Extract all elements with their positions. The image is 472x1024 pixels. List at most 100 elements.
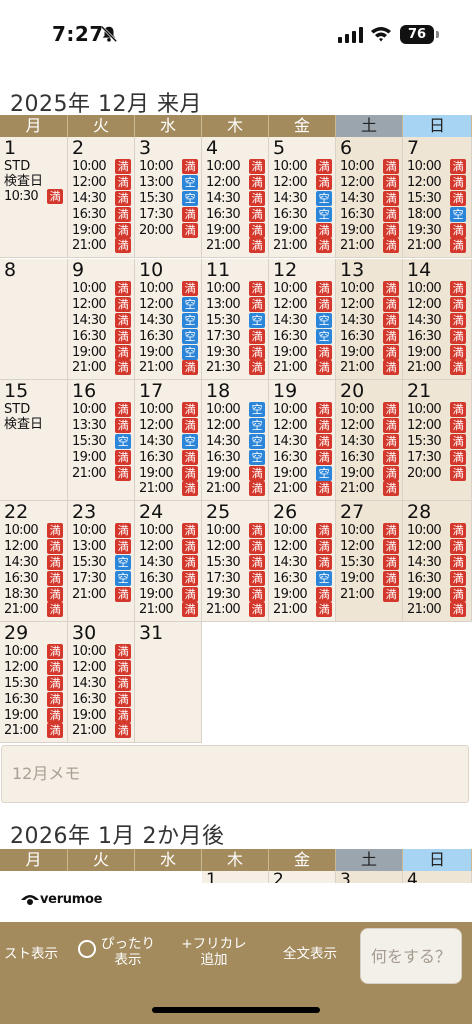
- day-cell[interactable]: 18 10:00 空 12:00 空 14:30 空 16:30 空 19:00 満 21:00 満: [202, 380, 269, 501]
- time-slot[interactable]: 10:00 満: [407, 523, 471, 539]
- time-slot[interactable]: 14:30 満: [340, 190, 402, 207]
- time-slot[interactable]: 10:00 満: [340, 159, 402, 175]
- time-slot[interactable]: 19:00 満: [72, 707, 134, 723]
- time-slot[interactable]: 19:00 満: [407, 344, 471, 360]
- time-slot[interactable]: 10:00 満: [407, 402, 471, 418]
- time-slot[interactable]: 21:00 満: [72, 360, 134, 376]
- time-slot[interactable]: 19:00 満: [72, 344, 134, 360]
- time-slot[interactable]: 14:30 空: [273, 190, 335, 207]
- time-slot[interactable]: 19:00 空: [273, 465, 335, 481]
- time-slot[interactable]: 10:00 満: [273, 281, 335, 297]
- time-slot[interactable]: 19:00 満: [273, 344, 335, 360]
- day-cell[interactable]: 2 10:00 満 12:00 満 14:30 満 16:30 満 19:00 満 21:00 満: [68, 137, 135, 258]
- day-cell[interactable]: 26 10:00 満 12:00 満 14:30 満 16:30 空 19:00 満 21:00 満: [269, 501, 336, 622]
- time-slot[interactable]: 16:30 空: [139, 328, 201, 344]
- time-slot[interactable]: 16:30 満: [72, 691, 134, 707]
- time-slot[interactable]: 10:00 満: [72, 402, 134, 418]
- time-slot[interactable]: 10:00 満: [139, 402, 201, 418]
- time-slot[interactable]: 21:00 満: [340, 481, 402, 497]
- time-slot[interactable]: 12:00 満: [72, 297, 134, 313]
- day-cell[interactable]: 16 10:00 満 13:30 満 15:30 空 19:00 満 21:00 満: [68, 380, 135, 501]
- time-slot[interactable]: 12:00 満: [407, 539, 471, 555]
- time-slot[interactable]: 12:00 満: [72, 175, 134, 191]
- time-slot[interactable]: 16:30 空: [273, 570, 335, 586]
- time-slot[interactable]: 21:00 満: [273, 602, 335, 618]
- time-slot[interactable]: 12:00 満: [273, 418, 335, 434]
- time-slot[interactable]: 14:30 満: [273, 433, 335, 450]
- time-slot[interactable]: 16:30 空: [206, 449, 268, 465]
- day-cell[interactable]: 8: [0, 259, 68, 380]
- day-cell[interactable]: 20 10:00 満 12:00 満 14:30 満 16:30 満 19:00 満 21:00 満: [336, 380, 403, 501]
- time-slot[interactable]: 15:30 満: [206, 554, 268, 571]
- time-slot[interactable]: 16:30 満: [72, 328, 134, 344]
- time-slot[interactable]: 13:00 満: [206, 297, 268, 313]
- time-slot[interactable]: 10:00 満: [273, 402, 335, 418]
- time-slot[interactable]: 10:00 満: [340, 402, 402, 418]
- time-slot[interactable]: 14:30 空: [139, 312, 201, 329]
- time-slot[interactable]: 21:00 満: [4, 602, 67, 618]
- time-slot[interactable]: 15:30 空: [139, 190, 201, 207]
- day-cell[interactable]: 12 10:00 満 12:00 満 14:30 空 16:30 空 19:00 満 21:00 満: [269, 259, 336, 380]
- day-cell[interactable]: 28 10:00 満 12:00 満 14:30 満 16:30 満 19:00 満 21:00 満: [403, 501, 472, 622]
- time-slot[interactable]: 14:30 満: [72, 675, 134, 692]
- list-view-button[interactable]: スト表示: [0, 946, 62, 962]
- time-slot[interactable]: 19:00 満: [340, 570, 402, 586]
- time-slot[interactable]: 21:00 満: [273, 481, 335, 497]
- time-slot[interactable]: 10:00 満: [340, 281, 402, 297]
- day-cell[interactable]: 9 10:00 満 12:00 満 14:30 満 16:30 満 19:00 満 21:00 満: [68, 259, 135, 380]
- time-slot[interactable]: 19:00 満: [206, 222, 268, 238]
- time-slot[interactable]: 15:30 空: [72, 433, 134, 450]
- time-slot[interactable]: 17:30 満: [139, 206, 201, 222]
- time-slot[interactable]: 21:00 満: [340, 238, 402, 254]
- action-prompt-button[interactable]: 何をする？: [360, 928, 462, 984]
- time-slot[interactable]: 16:30 満: [4, 570, 67, 586]
- time-slot[interactable]: 21:00 満: [139, 481, 201, 497]
- time-slot[interactable]: 12:00 満: [139, 418, 201, 434]
- time-slot[interactable]: 12:00 満: [407, 297, 471, 313]
- time-slot[interactable]: 15:30 満: [4, 675, 67, 692]
- time-slot[interactable]: 16:30 空: [273, 206, 335, 222]
- day-cell[interactable]: 29 10:00 満 12:00 満 15:30 満 16:30 満 19:00 満 21:00 満: [0, 622, 68, 743]
- time-slot[interactable]: 14:30 空: [139, 433, 201, 450]
- day-cell[interactable]: 27 10:00 満 12:00 満 15:30 満 19:00 満 21:00 満: [336, 501, 403, 622]
- time-slot[interactable]: 19:30 満: [206, 344, 268, 360]
- day-cell[interactable]: 14 10:00 満 12:00 満 14:30 満 16:30 満 19:00 満 21:00 満: [403, 259, 472, 380]
- day-cell[interactable]: 1 STD 検査日 10:30 満: [0, 137, 68, 258]
- time-slot[interactable]: 12:00 満: [273, 175, 335, 191]
- time-slot[interactable]: 16:30 満: [139, 570, 201, 586]
- time-slot[interactable]: 12:00 満: [340, 175, 402, 191]
- day-cell[interactable]: 24 10:00 満 12:00 満 14:30 満 16:30 満 19:00 満 21:00 満: [135, 501, 202, 622]
- time-slot[interactable]: 17:30 満: [407, 449, 471, 465]
- time-slot[interactable]: 12:00 満: [340, 539, 402, 555]
- time-slot[interactable]: 16:30 空: [273, 328, 335, 344]
- time-slot[interactable]: 21:00 満: [72, 586, 134, 602]
- time-slot[interactable]: 21:00 満: [206, 481, 268, 497]
- time-slot[interactable]: 10:00 満: [206, 159, 268, 175]
- time-slot[interactable]: 21:00 満: [273, 238, 335, 254]
- day-cell[interactable]: 17 10:00 満 12:00 満 14:30 空 16:30 満 19:00 満 21:00 満: [135, 380, 202, 501]
- time-slot[interactable]: 10:00 空: [206, 402, 268, 418]
- time-slot[interactable]: 19:00 満: [407, 586, 471, 602]
- time-slot[interactable]: 16:30 満: [340, 328, 402, 344]
- time-slot[interactable]: 14:30 満: [206, 190, 268, 207]
- time-slot[interactable]: 12:00 満: [273, 539, 335, 555]
- time-slot[interactable]: 19:00 満: [4, 707, 67, 723]
- day-cell[interactable]: 11 10:00 満 13:00 満 15:30 空 17:30 満 19:30 満 21:30 満: [202, 259, 269, 380]
- time-slot[interactable]: 19:00 満: [340, 465, 402, 481]
- time-slot[interactable]: 21:00 満: [206, 238, 268, 254]
- time-slot[interactable]: 15:30 空: [206, 312, 268, 329]
- time-slot[interactable]: 21:00 満: [407, 360, 471, 376]
- time-slot[interactable]: 13:30 満: [72, 418, 134, 434]
- time-slot[interactable]: 12:00 満: [4, 660, 67, 676]
- day-cell[interactable]: 31: [135, 622, 202, 743]
- time-slot[interactable]: 21:30 満: [206, 360, 268, 376]
- time-slot[interactable]: 12:00 満: [4, 539, 67, 555]
- time-slot[interactable]: 19:00 満: [273, 586, 335, 602]
- time-slot[interactable]: 10:00 満: [273, 159, 335, 175]
- time-slot[interactable]: 19:30 満: [407, 222, 471, 238]
- time-slot[interactable]: 10:00 満: [72, 523, 134, 539]
- time-slot[interactable]: 10:00 満: [72, 159, 134, 175]
- time-slot[interactable]: 13:00 満: [72, 539, 134, 555]
- time-slot[interactable]: 10:00 満: [4, 523, 67, 539]
- day-cell[interactable]: 15 STD 検査日: [0, 380, 68, 501]
